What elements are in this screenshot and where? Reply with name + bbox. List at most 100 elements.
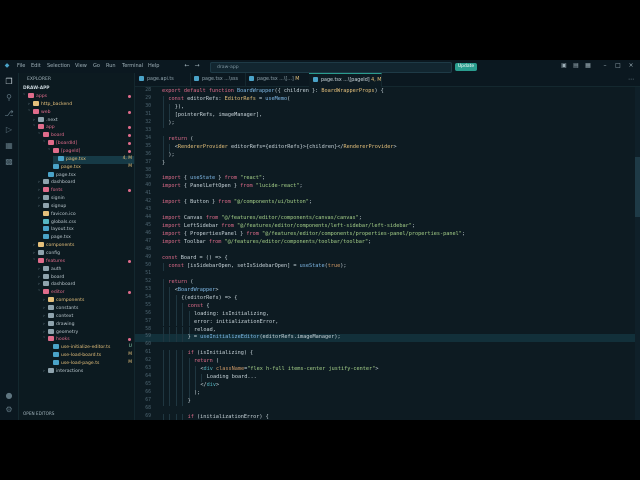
tree-folder[interactable]: › auth (38, 265, 134, 274)
tree-file[interactable]: use-load-board.ts M (48, 352, 134, 360)
tree-folder[interactable]: › .next (33, 116, 134, 125)
tree-file[interactable]: layout.tsx (38, 226, 134, 234)
line-number: 40 (145, 183, 151, 189)
indent-guide (163, 103, 164, 112)
command-center-search[interactable]: draw-app (210, 62, 452, 73)
settings-gear-icon[interactable]: ⚙ (4, 405, 14, 415)
indent-guide (169, 374, 171, 383)
close-icon[interactable]: × (627, 62, 635, 70)
more-actions-icon[interactable]: ⋯ (628, 76, 634, 83)
indent-guide (163, 262, 164, 271)
menu-terminal[interactable]: Terminal (122, 63, 143, 69)
layout-panel-icon[interactable]: ▤ (572, 62, 580, 70)
menu-edit[interactable]: Edit (31, 63, 41, 69)
tree-folder[interactable]: ˅ features (33, 257, 134, 266)
tree-folder[interactable]: › http_backend (28, 100, 134, 109)
indent-guide (163, 382, 164, 391)
modified-dot-icon (128, 259, 131, 263)
indent-guide (182, 374, 184, 383)
tree-folder[interactable]: › signin (38, 195, 134, 203)
tree-folder[interactable]: › components (43, 297, 134, 305)
line-number: 60 (145, 342, 151, 348)
update-button[interactable]: Update (455, 62, 477, 71)
remote-explorer-icon[interactable]: ▩ (4, 157, 14, 167)
tree-folder[interactable]: ˅ hooks (43, 336, 134, 344)
tree-folder[interactable]: › signup (38, 202, 134, 211)
code-line: Loading board... (206, 374, 257, 381)
layout-sidebar-icon[interactable]: ▣ (560, 62, 568, 70)
indent-guide (169, 382, 171, 391)
menu-go[interactable]: Go (93, 63, 100, 69)
tree-folder[interactable]: ˅ board (38, 132, 134, 140)
tree-file[interactable]: use-initialize-editor.ts U (48, 344, 134, 352)
source-control-icon[interactable]: ⎇ (4, 109, 14, 119)
tree-folder[interactable]: › board (38, 273, 134, 282)
tree-folder[interactable]: › constants (43, 304, 134, 313)
run-debug-icon[interactable]: ▷ (4, 125, 14, 135)
indent-guide (175, 398, 177, 406)
line-number: 64 (145, 374, 151, 380)
indent-guide (175, 374, 177, 383)
tree-item-label: page.tsx (66, 156, 86, 162)
explorer-icon[interactable]: ❐ (4, 77, 14, 87)
tree-folder[interactable]: ˅ [boardId] (43, 140, 134, 148)
tree-file[interactable]: globals.css (38, 218, 134, 227)
tree-file[interactable]: page.tsx (38, 234, 134, 242)
editor-scrollbar[interactable] (635, 87, 640, 420)
tree-folder[interactable]: ˅ [pageId] (48, 147, 134, 156)
back-arrow-icon[interactable]: ← (183, 62, 191, 70)
modified-dot-icon (128, 142, 131, 146)
tree-folder[interactable]: ˅ app (33, 124, 134, 132)
code-editor[interactable]: 28 export default function BoardWrapper({… (135, 87, 640, 420)
code-line: } (187, 398, 191, 405)
tree-folder[interactable]: › geometry (43, 328, 134, 337)
tree-folder[interactable]: › interactions (43, 367, 134, 376)
tree-file[interactable]: page.tsx (43, 171, 134, 180)
modified-dot-icon (128, 338, 131, 342)
menu-file[interactable]: File (17, 63, 25, 69)
open-editors-section[interactable]: OPEN EDITORS (23, 411, 54, 416)
menu-selection[interactable]: Selection (47, 63, 70, 69)
code-line: </div> (200, 382, 220, 389)
forward-arrow-icon[interactable]: → (193, 62, 201, 70)
tree-file[interactable]: use-load-page.ts M (48, 359, 134, 368)
editor-tab[interactable]: page.tsx ...\[pageId] 4, M × (309, 73, 382, 87)
account-icon[interactable]: ● (4, 391, 14, 401)
search-icon[interactable]: ⚲ (4, 93, 14, 103)
indent-guide (169, 326, 171, 335)
tree-folder[interactable]: › config (33, 250, 134, 258)
indent-guide (188, 326, 190, 335)
tree-item-label: board (51, 274, 65, 280)
tree-folder[interactable]: › dashboard (38, 281, 134, 289)
tree-folder[interactable]: › drawing (43, 320, 134, 329)
tree-folder[interactable]: ˅ web (28, 108, 134, 117)
editor-tab[interactable]: page.tsx ...\sss (190, 73, 246, 86)
tree-file[interactable]: page.tsx 4, M (53, 155, 134, 164)
explorer-root-folder[interactable]: DRAW-APP (23, 86, 50, 91)
tree-folder[interactable]: ˅ editor (38, 289, 134, 297)
indent-guide (163, 398, 164, 406)
extensions-icon[interactable]: ▦ (4, 141, 14, 151)
tree-file[interactable]: favicon.ico (38, 210, 134, 219)
editor-tab[interactable]: page.api.ts (135, 73, 191, 86)
code-line: import { PropertiesPanel } from "@/featu… (162, 231, 465, 238)
tree-folder[interactable]: › components (33, 242, 134, 250)
indent-guide (175, 366, 177, 375)
minimize-icon[interactable]: – (601, 62, 609, 70)
tab-close-icon[interactable]: × (381, 78, 382, 83)
activity-bar: ❐ ⚲ ⎇ ▷ ▦ ▩ ● ⚙ (0, 73, 19, 420)
menu-run[interactable]: Run (106, 63, 116, 69)
layout-customize-icon[interactable]: ▦ (584, 62, 592, 70)
tree-folder[interactable]: ˅ apps (23, 93, 134, 101)
indent-guide (182, 358, 184, 367)
menu-help[interactable]: Help (148, 63, 159, 69)
tree-folder[interactable]: › context (43, 312, 134, 321)
tree-file[interactable]: page.tsx M (48, 163, 134, 172)
menu-view[interactable]: View (75, 63, 87, 69)
scrollbar-thumb[interactable] (635, 157, 640, 217)
tree-folder[interactable]: › fonts (38, 187, 134, 195)
maximize-icon[interactable]: □ (614, 62, 622, 70)
tree-folder[interactable]: › dashboard (38, 179, 134, 187)
modified-dot-icon (128, 291, 131, 295)
editor-tab[interactable]: page.tsx ...\[...] M (245, 73, 310, 86)
